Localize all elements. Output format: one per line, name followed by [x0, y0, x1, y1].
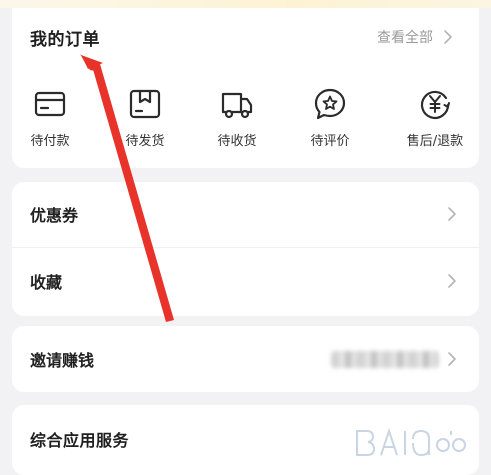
- chevron-right-icon: [444, 30, 452, 44]
- menu-card-invite: 邀请赚钱: [12, 326, 479, 392]
- menu-row-coupons[interactable]: 优惠券: [12, 182, 479, 246]
- wallet-card-icon: [34, 91, 66, 117]
- delivery-truck-icon: [221, 92, 253, 119]
- package-box-icon: [129, 89, 161, 119]
- review-star-bubble-icon: [314, 88, 346, 120]
- order-item-pending-receipt[interactable]: 待收货: [199, 86, 275, 149]
- order-item-pending-review[interactable]: 待评价: [292, 86, 368, 149]
- chevron-right-icon: [448, 274, 456, 288]
- menu-row-invite[interactable]: 邀请赚钱: [12, 327, 479, 391]
- order-status-list: 待付款 待发货 待收货 待评价 售后/退款: [12, 86, 479, 156]
- order-item-after-sales-refund[interactable]: 售后/退款: [397, 86, 473, 149]
- order-item-label: 待收货: [217, 134, 257, 149]
- view-all-orders-link[interactable]: 查看全部: [377, 27, 457, 47]
- orders-title: 我的订单: [30, 30, 100, 50]
- menu-row-label: 收藏: [30, 273, 63, 292]
- menu-row-label: 优惠券: [30, 206, 79, 225]
- watermark-logo-icon: [356, 427, 466, 457]
- order-item-label: 待评价: [310, 134, 350, 149]
- order-item-label: 待发货: [125, 134, 165, 149]
- menu-row-favorites[interactable]: 收藏: [12, 249, 479, 313]
- services-title: 综合应用服务: [30, 431, 130, 450]
- chevron-right-icon: [448, 352, 456, 366]
- chevron-right-icon: [448, 207, 456, 221]
- order-item-pending-payment[interactable]: 待付款: [12, 86, 88, 149]
- view-all-label: 查看全部: [377, 30, 433, 46]
- orders-card: 我的订单 查看全部 待付款 待发货 待收货 待评价 售后/退款: [12, 8, 479, 168]
- menu-row-label: 邀请赚钱: [30, 351, 95, 370]
- menu-card-coupons-favorites: 优惠券 收藏: [12, 182, 479, 316]
- order-item-label: 待付款: [30, 134, 70, 149]
- order-item-label: 售后/退款: [406, 134, 464, 149]
- redacted-value: [331, 351, 439, 368]
- order-item-pending-shipment[interactable]: 待发货: [107, 86, 183, 149]
- refund-yuan-icon: [420, 90, 450, 120]
- row-divider: [12, 247, 479, 248]
- top-header-strip: [0, 0, 491, 8]
